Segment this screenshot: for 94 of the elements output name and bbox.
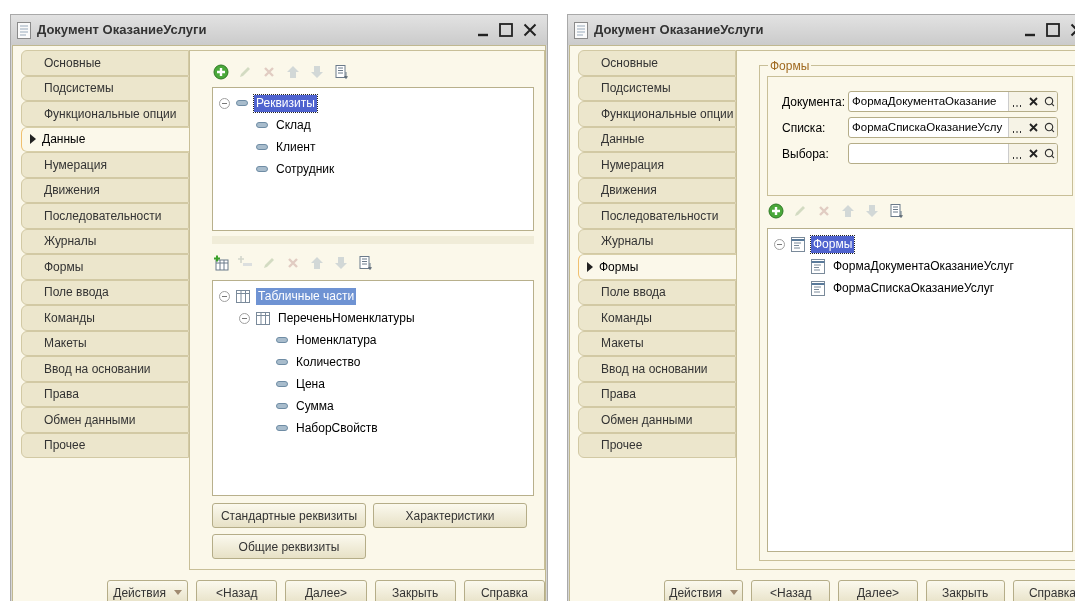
tab[interactable]: Функциональные опции [21, 101, 189, 127]
input-field[interactable]: ФормаДокументаОказание [848, 91, 1058, 112]
footer-button[interactable]: <Назад [751, 580, 831, 601]
tab[interactable]: Основные [578, 50, 736, 76]
tree-item[interactable]: ФормаДокументаОказаниеУслуг [831, 257, 1016, 275]
footer-button[interactable]: Закрыть [925, 580, 1005, 601]
field-label: Выбора: [782, 145, 830, 163]
attribute-icon [256, 122, 268, 128]
attribute-icon [276, 337, 288, 343]
tab[interactable]: Функциональные опции [578, 101, 736, 127]
tab[interactable]: Поле ввода [578, 279, 736, 305]
tab[interactable]: Обмен данными [578, 407, 736, 433]
tree-item[interactable]: Сотрудник [274, 160, 337, 178]
action-button[interactable]: Стандартные реквизиты [212, 503, 366, 528]
form-icon [811, 280, 825, 296]
add-icon[interactable] [212, 63, 230, 81]
tab[interactable]: Поле ввода [21, 279, 189, 305]
tab[interactable]: Подсистемы [578, 75, 736, 101]
menu-button[interactable]: Действия [664, 580, 744, 601]
tab[interactable]: Движения [578, 177, 736, 203]
tab[interactable]: Команды [21, 305, 189, 331]
table-icon [236, 289, 250, 303]
tab[interactable]: Прочее [578, 432, 736, 458]
footer-button[interactable]: Далее> [285, 580, 367, 601]
tab[interactable]: Подсистемы [21, 75, 189, 101]
tree-item[interactable]: Цена [294, 375, 327, 393]
selected-marker-icon [30, 134, 36, 145]
list-icon[interactable] [332, 63, 350, 81]
window-title: Документ ОказаниеУслуги [37, 21, 207, 40]
tree-item[interactable]: Формы [811, 235, 855, 253]
add-table-icon[interactable] [212, 254, 230, 272]
tab[interactable]: Команды [578, 305, 736, 331]
input-field[interactable] [848, 143, 1058, 164]
table-icon [256, 311, 270, 325]
form-icon [791, 236, 805, 252]
tree-item[interactable]: Склад [274, 116, 313, 134]
field-label: Документа: [782, 93, 847, 111]
tab[interactable]: Журналы [21, 228, 189, 254]
attribute-icon [236, 100, 248, 106]
tab[interactable]: Прочее [21, 432, 189, 458]
tab[interactable]: Обмен данными [21, 407, 189, 433]
window-title: Документ ОказаниеУслуги [594, 21, 764, 40]
action-button[interactable]: Общие реквизиты [212, 534, 366, 559]
tree-item[interactable]: ПереченьНоменклатуры [276, 309, 417, 327]
close-icon[interactable] [523, 23, 537, 37]
tab[interactable]: Журналы [578, 228, 736, 254]
tree-item[interactable]: Сумма [294, 397, 336, 415]
attribute-icon [256, 166, 268, 172]
tab[interactable]: Макеты [578, 330, 736, 356]
caret-icon [729, 590, 738, 595]
attribute-icon [276, 425, 288, 431]
tab[interactable]: Ввод на основании [578, 356, 736, 382]
tab[interactable]: Нумерация [21, 152, 189, 178]
tree-item[interactable]: Клиент [274, 138, 318, 156]
tree-item[interactable]: Номенклатура [294, 331, 379, 349]
caret-icon [173, 590, 182, 595]
tab[interactable]: Формы [578, 254, 736, 280]
tab[interactable]: Основные [21, 50, 189, 76]
tree-item[interactable]: ФормаСпискаОказаниеУслуг [831, 279, 997, 297]
tab[interactable]: Движения [21, 177, 189, 203]
tab[interactable]: Нумерация [578, 152, 736, 178]
tab[interactable]: Макеты [21, 330, 189, 356]
input-field[interactable]: ФормаСпискаОказаниеУслу [848, 117, 1058, 138]
tab[interactable]: Данные [21, 126, 189, 152]
tab[interactable]: Права [21, 381, 189, 407]
tree-item[interactable]: Реквизиты [254, 94, 317, 112]
tab[interactable]: Ввод на основании [21, 356, 189, 382]
tab[interactable]: Формы [21, 254, 189, 280]
tab[interactable]: Данные [578, 126, 736, 152]
maximize-icon[interactable] [1046, 23, 1060, 37]
attribute-icon [276, 403, 288, 409]
footer-button[interactable]: <Назад [196, 580, 278, 601]
form-icon [811, 258, 825, 274]
attribute-icon [276, 381, 288, 387]
tree-item[interactable]: НаборСвойств [294, 419, 380, 437]
maximize-icon[interactable] [499, 23, 513, 37]
document-icon [574, 21, 588, 39]
list-icon[interactable] [887, 202, 905, 220]
footer-button[interactable]: Далее> [838, 580, 918, 601]
list-icon[interactable] [356, 254, 374, 272]
tab[interactable]: Права [578, 381, 736, 407]
add-icon[interactable] [767, 202, 785, 220]
tree-item[interactable]: Количество [294, 353, 363, 371]
attribute-icon [256, 144, 268, 150]
tab[interactable]: Последовательности [578, 203, 736, 229]
footer-button[interactable]: Закрыть [374, 580, 456, 601]
menu-button[interactable]: Действия [107, 580, 189, 601]
tab[interactable]: Последовательности [21, 203, 189, 229]
document-icon [17, 21, 31, 39]
attribute-icon [276, 359, 288, 365]
selected-marker-icon [587, 261, 593, 272]
field-label: Списка: [782, 119, 827, 137]
footer-button[interactable]: Справка [463, 580, 545, 601]
action-button[interactable]: Характеристики [373, 503, 527, 528]
